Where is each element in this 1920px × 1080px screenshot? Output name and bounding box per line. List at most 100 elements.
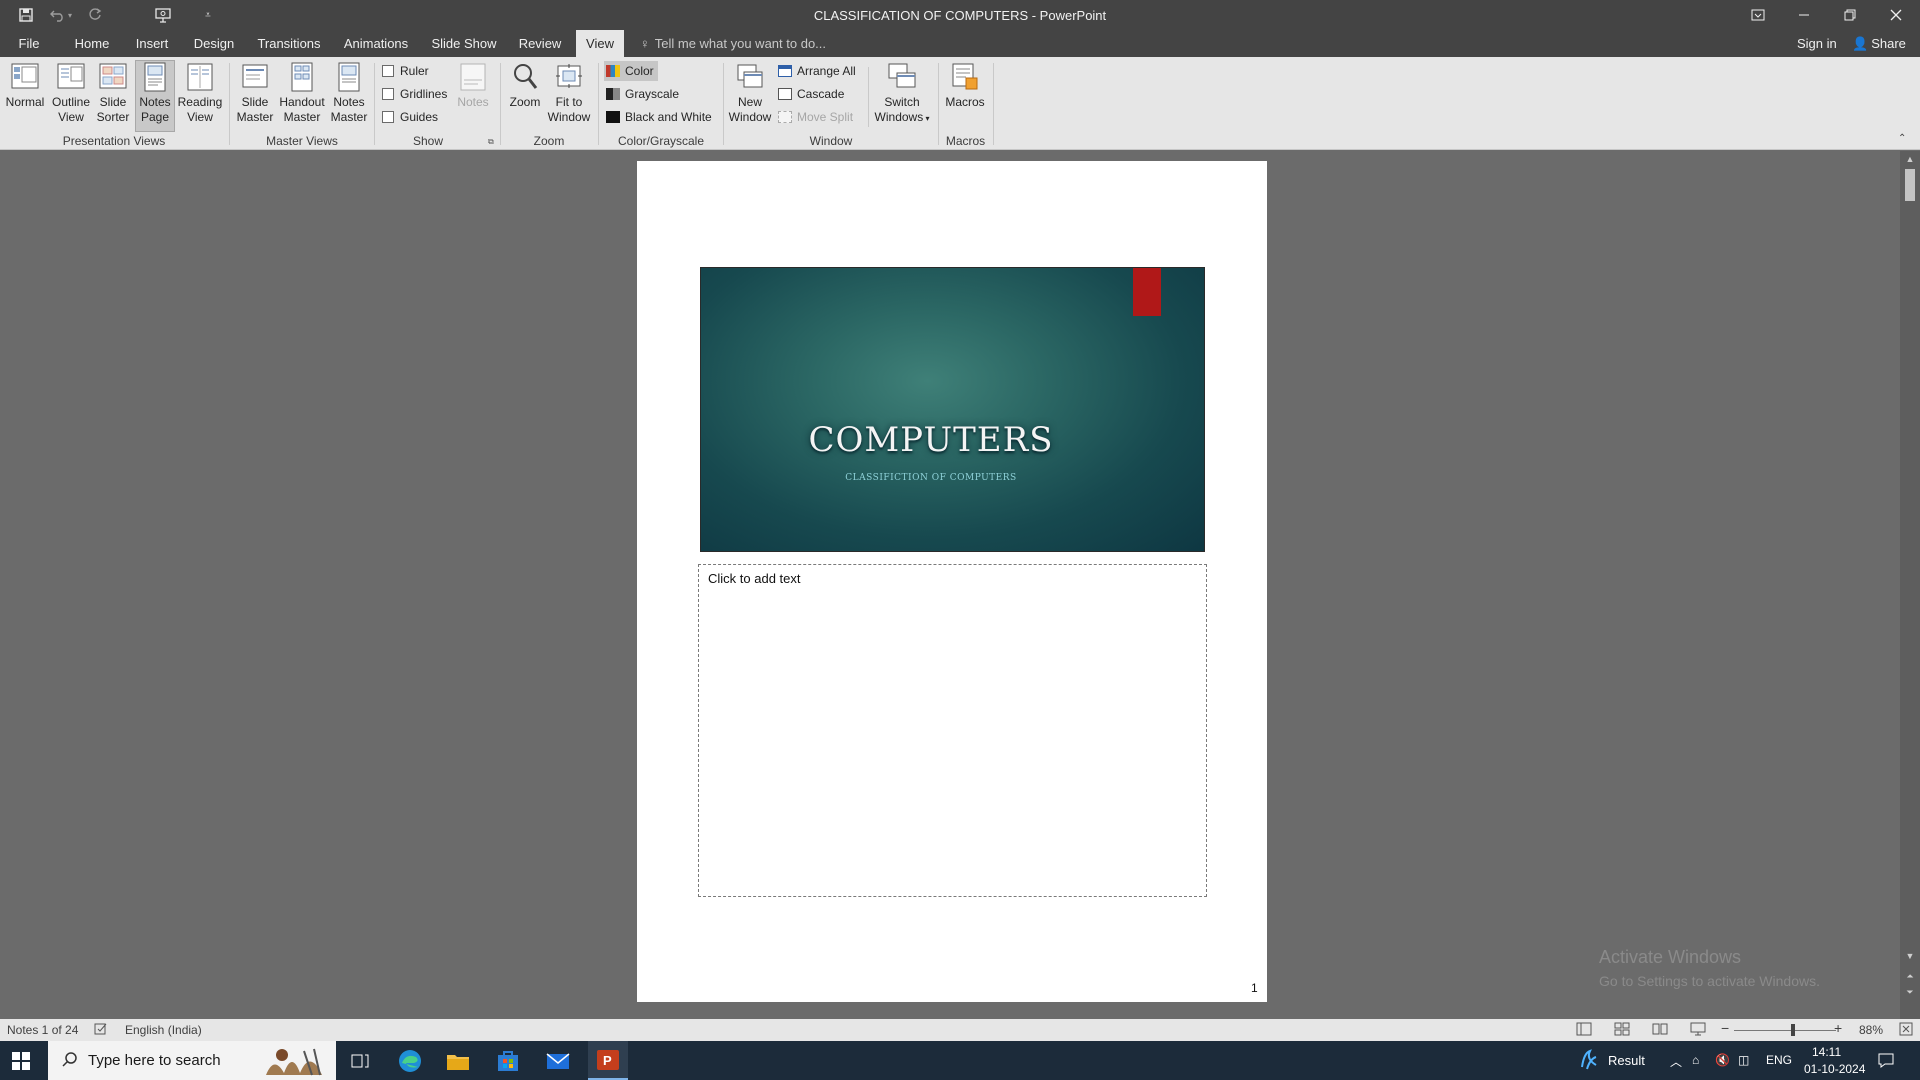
file-explorer-icon[interactable] <box>444 1047 472 1075</box>
slide-sorter-status-icon[interactable] <box>1614 1022 1630 1039</box>
group-separator <box>598 63 599 145</box>
windows-start-icon[interactable] <box>12 1052 30 1073</box>
black-and-white-button[interactable]: Black and White <box>606 107 712 127</box>
task-view-icon[interactable] <box>346 1047 374 1075</box>
normal-view-button[interactable]: Normal <box>4 61 46 110</box>
clock-time[interactable]: 14:11 <box>1812 1045 1841 1059</box>
notes-master-button[interactable]: Notes Master <box>328 61 370 125</box>
zoom-percentage[interactable]: 88% <box>1859 1023 1883 1037</box>
ruler-checkbox[interactable]: Ruler <box>382 64 429 78</box>
next-slide-icon[interactable]: ⏷ <box>1900 987 1920 998</box>
slide-sorter-button[interactable]: Slide Sorter <box>94 61 132 125</box>
switch-windows-button[interactable]: Switch Windows ▾ <box>872 61 932 126</box>
network-icon[interactable]: ⌂ <box>1692 1053 1699 1067</box>
normal-view-icon <box>11 63 39 89</box>
new-window-button[interactable]: New Window <box>728 61 772 125</box>
tab-review[interactable]: Review <box>514 30 566 57</box>
clock-date[interactable]: 01-10-2024 <box>1804 1062 1865 1076</box>
notes-page-workspace[interactable]: COMPUTERS CLASSIFICTION OF COMPUTERS Cli… <box>0 151 1900 1019</box>
new-window-label-line1: New <box>737 95 762 109</box>
search-highlight-image <box>264 1045 330 1080</box>
notes-page: COMPUTERS CLASSIFICTION OF COMPUTERS Cli… <box>637 161 1267 1002</box>
scroll-up-arrow-icon[interactable]: ▲ <box>1900 154 1920 164</box>
tell-me-box[interactable]: ♀ Tell me what you want to do... <box>640 30 826 57</box>
zoom-button[interactable]: Zoom <box>504 61 546 110</box>
zoom-slider-track[interactable] <box>1734 1030 1836 1031</box>
fit-slide-to-window-icon[interactable] <box>1899 1022 1913 1039</box>
previous-slide-icon[interactable]: ⏶ <box>1900 971 1920 982</box>
outline-view-button[interactable]: Outline View <box>49 61 93 125</box>
slide-master-label-line1: Slide <box>241 95 269 109</box>
gridlines-checkbox[interactable]: Gridlines <box>382 87 447 101</box>
notes-page-button[interactable]: Notes Page <box>135 60 175 132</box>
notes-page-icon <box>144 62 166 92</box>
title-bar: ▾ ⩡ CLASSIFICATION OF COMPUTERS - PowerP… <box>0 0 1920 30</box>
guides-checkbox[interactable]: Guides <box>382 110 438 124</box>
mail-icon[interactable] <box>544 1047 572 1075</box>
language-indicator[interactable]: English (India) <box>125 1023 202 1037</box>
restore-icon[interactable] <box>1827 0 1873 30</box>
switch-windows-icon <box>888 63 916 88</box>
group-separator <box>374 63 375 145</box>
tab-design[interactable]: Design <box>188 30 240 57</box>
tab-view[interactable]: View <box>576 30 624 57</box>
notes-toggle-button[interactable]: Notes <box>454 61 492 110</box>
scroll-down-arrow-icon[interactable]: ▼ <box>1900 951 1920 961</box>
vertical-scrollbar[interactable]: ▲ ▼ ⏶ ⏷ <box>1900 151 1920 1019</box>
share-button[interactable]: 👤 Share <box>1852 30 1906 57</box>
slide-thumbnail[interactable]: COMPUTERS CLASSIFICTION OF COMPUTERS <box>700 267 1205 552</box>
magnifier-icon <box>514 64 538 89</box>
zoom-in-icon[interactable]: + <box>1834 1020 1842 1036</box>
collapse-ribbon-icon[interactable]: ⌃ <box>1898 133 1906 144</box>
tab-file[interactable]: File <box>8 30 50 57</box>
grayscale-button[interactable]: Grayscale <box>606 84 679 104</box>
grayscale-label: Grayscale <box>625 87 680 101</box>
tab-transitions[interactable]: Transitions <box>252 30 326 57</box>
edge-icon[interactable] <box>396 1047 424 1075</box>
macros-label: Macros <box>945 95 985 109</box>
tab-home[interactable]: Home <box>68 30 116 57</box>
zoom-slider-thumb[interactable] <box>1791 1024 1796 1036</box>
tab-animations[interactable]: Animations <box>338 30 414 57</box>
minimize-icon[interactable] <box>1781 0 1827 30</box>
taskbar-search-box[interactable]: Type here to search <box>48 1041 336 1080</box>
notes-placeholder-box[interactable]: Click to add text <box>698 564 1207 897</box>
reading-view-button[interactable]: Reading View <box>177 61 223 125</box>
move-split-button[interactable]: Move Split <box>778 107 853 127</box>
cascade-button[interactable]: Cascade <box>778 84 844 104</box>
color-button[interactable]: Color <box>604 61 658 81</box>
store-icon[interactable] <box>494 1047 522 1075</box>
handout-master-button[interactable]: Handout Master <box>277 61 327 125</box>
arrange-all-button[interactable]: Arrange All <box>778 61 856 81</box>
show-hidden-icons-icon[interactable]: ︿ <box>1670 1053 1682 1070</box>
tab-insert[interactable]: Insert <box>128 30 176 57</box>
windows-taskbar: Type here to search P Result ︿ ⌂ 🔇 ◫ ENG… <box>0 1041 1920 1080</box>
weather-icon[interactable] <box>1578 1049 1600 1074</box>
bw-label: Black and White <box>625 110 712 124</box>
reading-view-status-icon[interactable] <box>1652 1022 1668 1039</box>
powerpoint-taskbar-button[interactable]: P <box>588 1041 628 1080</box>
tab-slide-show[interactable]: Slide Show <box>426 30 502 57</box>
sign-in-link[interactable]: Sign in <box>1797 30 1837 57</box>
input-language[interactable]: ENG <box>1766 1053 1792 1067</box>
notes-master-label-line1: Notes <box>333 95 365 109</box>
ribbon-tabs: File Home Insert Design Transitions Anim… <box>0 30 1920 57</box>
slide-master-button[interactable]: Slide Master <box>234 61 276 125</box>
gridlines-label: Gridlines <box>400 87 448 101</box>
fit-to-window-button[interactable]: Fit to Window <box>547 61 591 125</box>
wifi-icon[interactable]: ◫ <box>1738 1053 1749 1067</box>
volume-muted-icon[interactable]: 🔇 <box>1715 1053 1730 1067</box>
weather-text[interactable]: Result <box>1608 1053 1645 1068</box>
zoom-out-icon[interactable]: − <box>1721 1020 1729 1036</box>
notifications-icon[interactable] <box>1877 1051 1895 1072</box>
macros-button[interactable]: Macros <box>943 61 987 110</box>
close-icon[interactable] <box>1873 0 1919 30</box>
slide-counter: Notes 1 of 24 <box>7 1023 79 1037</box>
spelling-check-icon[interactable] <box>94 1022 108 1039</box>
activate-windows-title: Activate Windows <box>1599 947 1742 967</box>
normal-view-status-icon[interactable] <box>1576 1022 1592 1039</box>
show-dialog-launcher-icon[interactable]: ⧉ <box>488 137 494 147</box>
scrollbar-thumb[interactable] <box>1905 169 1915 201</box>
ribbon-display-options-icon[interactable] <box>1735 0 1781 30</box>
slide-show-status-icon[interactable] <box>1690 1022 1706 1039</box>
